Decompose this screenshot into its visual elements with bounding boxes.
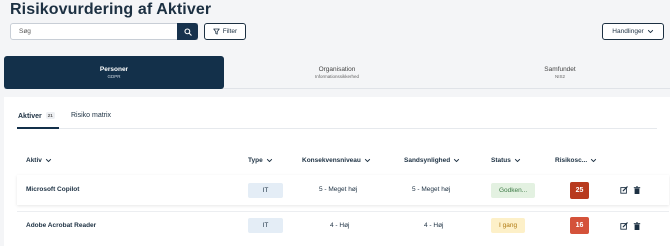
tab-samfundet[interactable]: Samfundet NIS2 — [450, 56, 670, 89]
consequence-value: 5 - Meget høj — [319, 186, 358, 193]
actions-label: Handlinger — [612, 28, 644, 35]
risk-score-badge: 16 — [570, 217, 589, 234]
probability-value: 4 - Høj — [424, 222, 444, 229]
subtab-label: Aktiver — [18, 113, 42, 120]
tab-personer[interactable]: Personer GDPR — [4, 56, 224, 89]
status-label: I gang — [499, 222, 518, 229]
chevron-down-icon — [647, 29, 653, 34]
subtab-divider — [17, 128, 657, 129]
column-header-aktiv[interactable]: Aktiv — [26, 157, 52, 164]
count-badge: 21 — [45, 112, 55, 119]
trash-icon[interactable] — [633, 222, 641, 230]
consequence-value: 4 - Høj — [330, 222, 350, 229]
search-input[interactable] — [10, 23, 198, 40]
tab-sublabel: Informationssikkerhed — [314, 74, 360, 79]
filter-button[interactable]: Filter — [204, 23, 246, 40]
table-row[interactable]: Adobe Acrobat Reader IT 4 - Høj 4 - Høj … — [17, 211, 669, 241]
type-chip: IT — [248, 183, 283, 198]
column-header-status[interactable]: Status — [491, 157, 521, 164]
chevron-down-icon — [514, 158, 520, 163]
column-label: Risikosc... — [555, 157, 588, 164]
search-button[interactable] — [177, 23, 198, 40]
column-label: Status — [491, 157, 511, 164]
trash-icon[interactable] — [633, 186, 641, 194]
column-label: Sandsynlighed — [404, 157, 451, 164]
tab-label: Organisation — [318, 66, 356, 73]
chevron-down-icon — [454, 158, 460, 163]
type-chip: IT — [248, 218, 283, 233]
tab-label: Personer — [99, 66, 129, 73]
column-header-konsekvensniveau[interactable]: Konsekvensniveau — [302, 157, 371, 164]
subtab-aktiver[interactable]: Aktiver 21 — [18, 112, 55, 120]
asset-name[interactable]: Microsoft Copilot — [26, 186, 79, 193]
status-label: Godken... — [499, 187, 528, 194]
tab-label: Samfundet — [544, 66, 576, 73]
risk-score-value: 16 — [575, 222, 584, 229]
chevron-down-icon — [591, 158, 597, 163]
probability-value: 5 - Meget høj — [412, 186, 451, 193]
column-header-sandsynlighed[interactable]: Sandsynlighed — [404, 157, 460, 164]
column-label: Aktiv — [26, 157, 42, 164]
asset-name[interactable]: Adobe Acrobat Reader — [26, 222, 96, 229]
subtab-label: Risiko matrix — [71, 112, 112, 119]
edit-icon[interactable] — [620, 222, 628, 230]
active-subtab-indicator — [17, 127, 59, 129]
filter-icon — [213, 28, 220, 35]
type-label: IT — [262, 222, 269, 229]
column-header-risikoscore[interactable]: Risikosc... — [555, 157, 597, 164]
column-label: Konsekvensniveau — [302, 157, 361, 164]
page-title: Risikovurdering af Aktiver — [10, 1, 212, 18]
actions-dropdown-button[interactable]: Handlinger — [602, 23, 664, 40]
main-tab-bar: Personer GDPR Organisation Informationss… — [4, 56, 670, 89]
chevron-down-icon — [45, 158, 51, 163]
column-label: Type — [248, 157, 263, 164]
tab-organisation[interactable]: Organisation Informationssikkerhed — [226, 56, 448, 89]
type-label: IT — [262, 187, 269, 194]
edit-icon[interactable] — [620, 186, 628, 194]
risk-score-badge: 25 — [570, 182, 589, 199]
filter-label: Filter — [222, 28, 238, 35]
table-row[interactable]: Microsoft Copilot IT 5 - Meget høj 5 - M… — [17, 175, 669, 205]
search-icon — [183, 27, 192, 36]
column-header-type[interactable]: Type — [248, 157, 273, 164]
tab-sublabel: GDPR — [107, 74, 121, 79]
tab-sublabel: NIS2 — [554, 74, 565, 79]
risk-score-value: 25 — [575, 187, 584, 194]
status-badge: I gang — [491, 218, 526, 233]
chevron-down-icon — [266, 158, 272, 163]
status-badge: Godken... — [491, 183, 536, 198]
chevron-down-icon — [364, 158, 370, 163]
subtab-risiko-matrix[interactable]: Risiko matrix — [71, 112, 111, 119]
